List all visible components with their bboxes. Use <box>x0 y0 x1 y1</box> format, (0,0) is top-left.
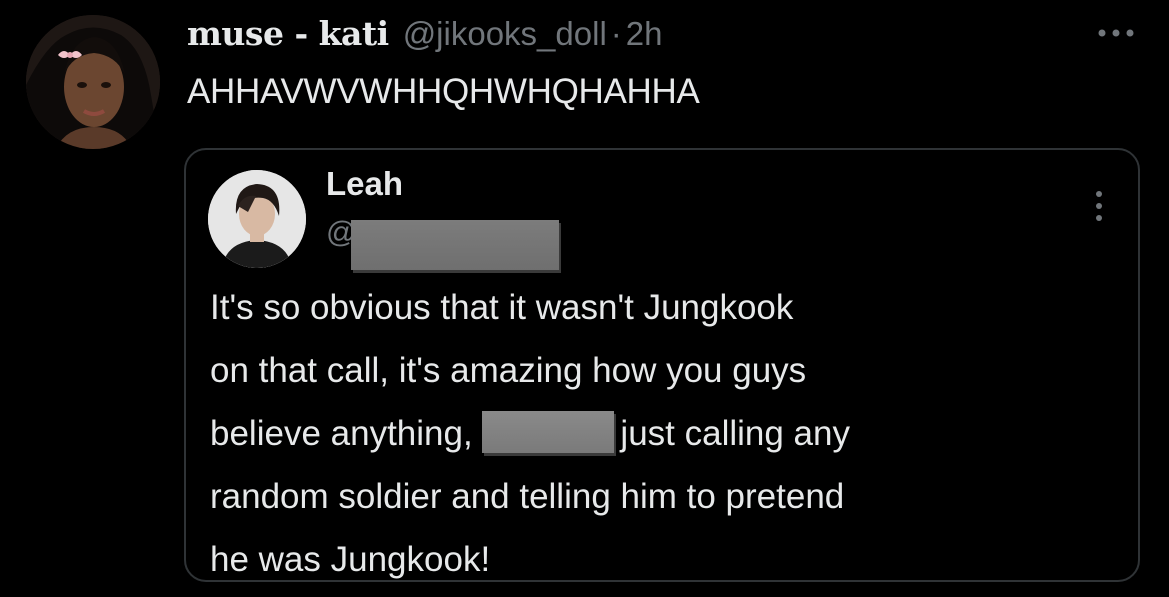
quoted-text-line: believe anything, just calling any <box>210 402 1110 465</box>
author-handle[interactable]: @jikooks_doll <box>403 15 607 53</box>
more-vertical-icon <box>1096 191 1102 221</box>
quoted-author-name[interactable]: Leah <box>326 165 403 203</box>
profile-photo-icon <box>26 15 160 149</box>
tweet-header: muse - kati @jikooks_doll · 2h <box>187 14 663 58</box>
redaction-bar <box>351 220 559 270</box>
quoted-text-segment: believe anything, <box>210 414 483 453</box>
tweet-timestamp[interactable]: 2h <box>626 15 663 53</box>
quoted-author-avatar[interactable] <box>208 170 306 268</box>
quoted-text-line: It's so obvious that it wasn't Jungkook <box>210 288 794 327</box>
quoted-text-line: he was Jungkook! <box>210 540 491 579</box>
more-options-button[interactable] <box>1092 18 1140 48</box>
author-avatar[interactable] <box>26 15 160 149</box>
quoted-tweet[interactable]: Leah @ It's so obvious that it wasn't Ju… <box>184 148 1140 582</box>
quoted-more-options-button[interactable] <box>1084 186 1114 226</box>
profile-photo-icon <box>208 170 306 268</box>
quoted-tweet-text: It's so obvious that it wasn't Jungkook … <box>210 276 1110 580</box>
separator-dot: · <box>610 15 622 52</box>
tweet-text: AHHAVWVWHHQHWHQHAHHA <box>187 72 700 111</box>
author-display-name[interactable]: muse - kati <box>187 14 389 53</box>
quoted-text-line: on that call, it's amazing how you guys <box>210 351 807 390</box>
quoted-text-line: random soldier and telling him to preten… <box>210 477 845 516</box>
quoted-text-segment: just calling any <box>620 414 850 453</box>
tweet[interactable]: muse - kati @jikooks_doll · 2h AHHAVWVWH… <box>0 0 1169 597</box>
more-horizontal-icon <box>1098 29 1134 37</box>
redaction-bar <box>482 411 615 453</box>
